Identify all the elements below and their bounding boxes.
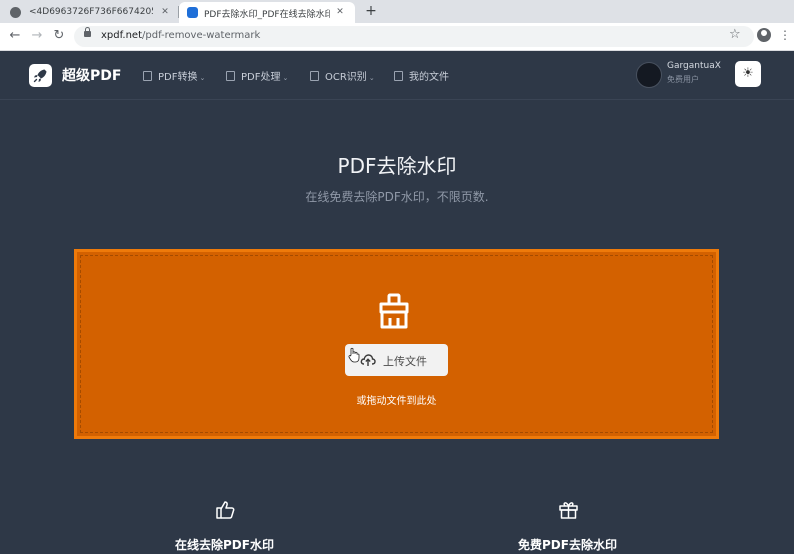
feature-label: 免费PDF去除水印 <box>518 538 617 552</box>
profile-icon[interactable] <box>757 28 771 42</box>
hand-pointer-cursor-icon <box>348 347 360 363</box>
chevron-down-icon: ⌄ <box>368 74 375 82</box>
tab-title: <4D6963726F736F667420576F7 <box>29 7 153 17</box>
page-title: PDF去除水印 <box>337 154 457 178</box>
url-text: xpdf.net/pdf-remove-watermark <box>101 30 261 41</box>
browser-toolbar: ← → ↻ xpdf.net/pdf-remove-watermark ☆ ⋮ <box>0 23 794 51</box>
site-navbar: 超级PDF PDF转换 ⌄ PDF处理 ⌄ OCR识别 ⌄ 我的文件 Gargantu… <box>0 51 794 100</box>
drop-hint-text: 或拖动文件到此处 <box>356 396 437 407</box>
feature-label: 在线去除PDF水印 <box>175 538 274 552</box>
user-name[interactable]: GargantuaX <box>667 61 721 71</box>
nav-item-ocr[interactable]: OCR识别 ⌄ <box>310 68 375 83</box>
user-plan: 免费用户 <box>667 75 699 84</box>
upload-button-label: 上传文件 <box>383 355 427 368</box>
back-arrow-icon[interactable]: ← <box>7 28 23 44</box>
gift-icon <box>559 502 578 519</box>
lock-icon <box>84 27 91 37</box>
globe-icon <box>10 7 21 18</box>
theme-toggle-button[interactable]: ☀ <box>735 61 761 87</box>
new-tab-button[interactable]: + <box>362 2 380 20</box>
page-subtitle: 在线免费去除PDF水印，不限页数. <box>305 190 489 204</box>
cloud-upload-icon <box>360 354 376 366</box>
chevron-down-icon: ⌄ <box>199 74 206 82</box>
document-icon <box>310 71 319 81</box>
browser-tab-strip: <4D6963726F736F667420576F7 ✕ PDF去除水印_PDF… <box>0 0 794 23</box>
tab-close-icon[interactable]: ✕ <box>158 5 172 19</box>
document-icon <box>394 71 403 81</box>
chevron-down-icon: ⌄ <box>282 74 289 82</box>
browser-tab-active[interactable]: PDF去除水印_PDF在线去除水印 ✕ <box>179 2 355 23</box>
brand-name[interactable]: 超级PDF <box>62 65 121 85</box>
reload-icon[interactable]: ↻ <box>51 28 67 44</box>
upload-file-button[interactable]: 上传文件 <box>345 344 448 376</box>
page-content: 超级PDF PDF转换 ⌄ PDF处理 ⌄ OCR识别 ⌄ 我的文件 Gargantu… <box>0 51 794 554</box>
thumbs-up-icon <box>216 501 235 519</box>
tab-close-icon[interactable]: ✕ <box>333 5 347 19</box>
nav-item-pdf-process[interactable]: PDF处理 ⌄ <box>226 68 288 83</box>
document-icon <box>143 71 152 81</box>
nav-item-pdf-convert[interactable]: PDF转换 ⌄ <box>143 68 205 83</box>
sun-icon: ☀ <box>742 66 754 81</box>
avatar[interactable] <box>636 62 662 88</box>
broom-icon <box>379 293 409 329</box>
file-drop-zone[interactable]: 上传文件 或拖动文件到此处 <box>74 249 719 439</box>
nav-item-my-files[interactable]: 我的文件 <box>394 68 449 83</box>
rocket-logo-icon[interactable] <box>29 64 52 87</box>
document-icon <box>226 71 235 81</box>
bookmark-star-icon[interactable]: ☆ <box>729 27 741 42</box>
browser-tab-inactive[interactable]: <4D6963726F736F667420576F7 ✕ <box>0 2 178 23</box>
site-favicon-icon <box>187 7 198 18</box>
menu-dots-icon[interactable]: ⋮ <box>779 28 791 42</box>
tab-title: PDF去除水印_PDF在线去除水印 <box>204 10 330 20</box>
address-bar[interactable]: xpdf.net/pdf-remove-watermark <box>74 26 754 47</box>
forward-arrow-icon[interactable]: → <box>29 28 45 44</box>
